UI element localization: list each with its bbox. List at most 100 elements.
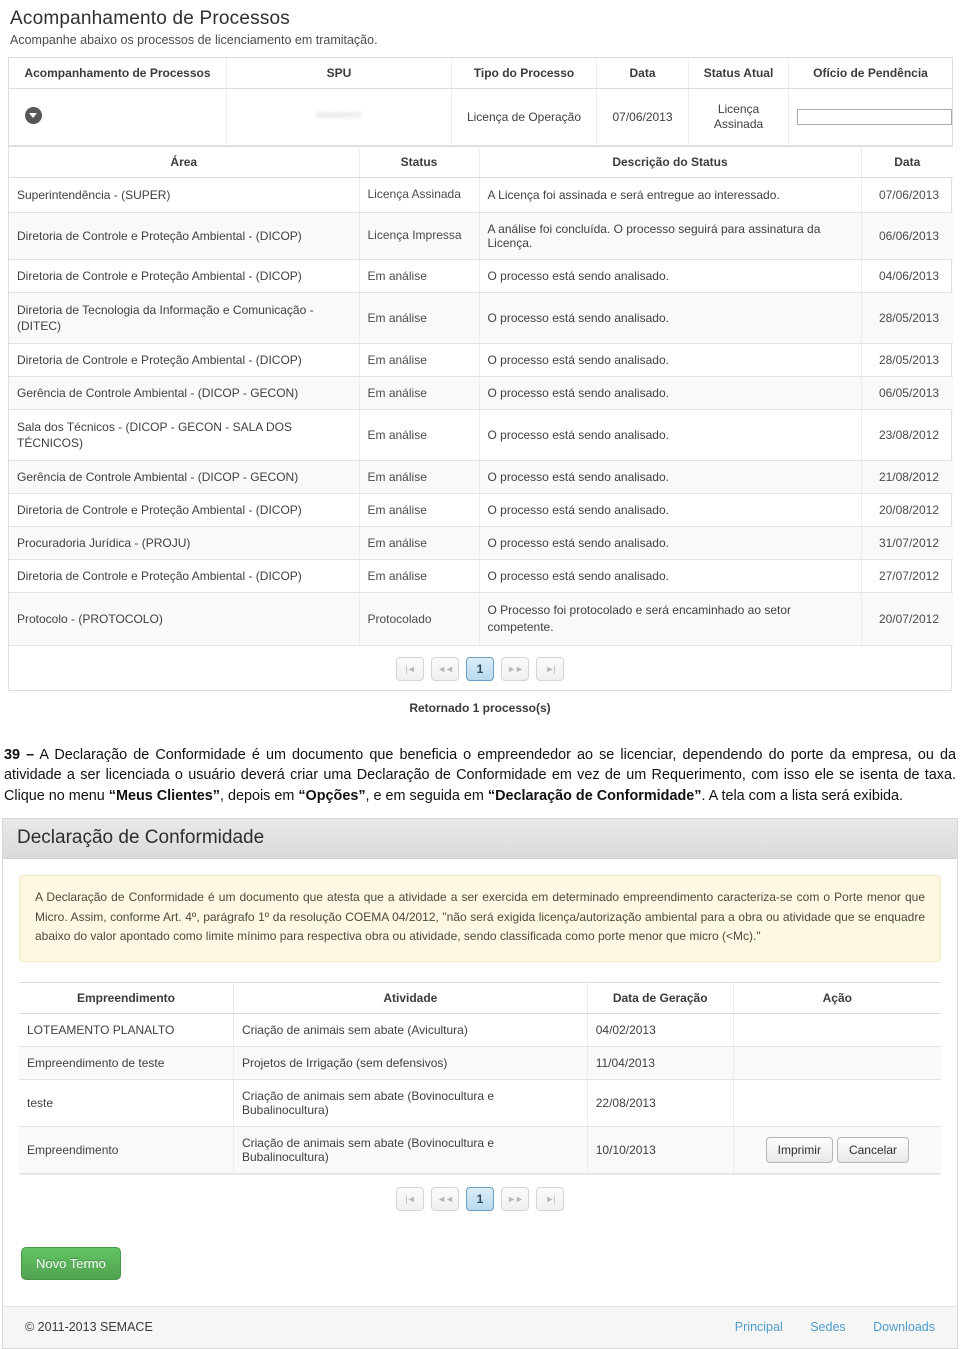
declaracao-conformidade-screenshot: Declaração de Conformidade A Declaração …: [2, 818, 958, 1349]
table-row: LOTEAMENTO PLANALTO Criação de animais s…: [19, 1013, 941, 1047]
info-alert-box: A Declaração de Conformidade é um docume…: [19, 875, 941, 962]
cancelar-button[interactable]: Cancelar: [836, 1136, 909, 1163]
pager-first-button[interactable]: |◄: [396, 656, 424, 681]
cell-data: 20/07/2012: [861, 592, 953, 646]
cell-descricao: O processo está sendo analisado.: [479, 526, 862, 561]
page-title: Acompanhamento de Processos: [10, 8, 290, 29]
cell-data-geracao: 22/08/2013: [587, 1079, 734, 1127]
table-row: Empreendimento Criação de animais sem ab…: [19, 1126, 941, 1174]
cell-data: 28/05/2013: [861, 343, 953, 377]
spu-value-redacted: ********: [316, 110, 362, 124]
cell-area: Diretoria de Controle e Proteção Ambient…: [9, 493, 360, 528]
cell-area: Diretoria de Controle e Proteção Ambient…: [9, 343, 360, 377]
cell-empreendimento: teste: [19, 1079, 234, 1127]
history-body: Superintendência - (SUPER) Licença Assin…: [9, 177, 953, 646]
table-row: Protocolo - (PROTOCOLO) Protocolado O Pr…: [9, 592, 953, 646]
col-status: Status: [359, 146, 480, 178]
cell-area: Procuradoria Jurídica - (PROJU): [9, 526, 360, 561]
process-pagination: |◄ ◄◄ 1 ►► ►|: [9, 645, 951, 690]
col-history-data: Data: [861, 146, 953, 178]
panel-body: A Declaração de Conformidade é um docume…: [3, 859, 957, 1232]
novo-termo-button[interactable]: Novo Termo: [21, 1246, 121, 1280]
cell-descricao: O processo está sendo analisado.: [479, 292, 862, 344]
cell-acao: [733, 1079, 941, 1127]
page-footer: © 2011-2013 SEMACE Principal Sedes Downl…: [3, 1305, 957, 1348]
cell-data-geracao: 04/02/2013: [587, 1013, 734, 1047]
cell-status: Em análise: [359, 460, 480, 495]
dc-pager-first-button[interactable]: |◄: [396, 1186, 424, 1211]
cell-status: Em análise: [359, 409, 480, 462]
footer-link-downloads[interactable]: Downloads: [873, 1320, 935, 1334]
cell-status: Em análise: [359, 493, 480, 528]
cell-data: 27/07/2012: [861, 559, 953, 594]
table-row: Empreendimento de teste Projetos de Irri…: [19, 1046, 941, 1080]
cell-atividade: Criação de animais sem abate (Bovinocult…: [233, 1126, 588, 1174]
table-row: Diretoria de Controle e Proteção Ambient…: [9, 493, 953, 528]
pager-last-button[interactable]: ►|: [536, 656, 564, 681]
panel-title: Declaração de Conformidade: [3, 819, 957, 860]
dc-pager-page-1-button[interactable]: 1: [466, 1186, 494, 1211]
pager-page-1-button[interactable]: 1: [466, 656, 494, 681]
col-atividade: Atividade: [233, 981, 588, 1014]
dc-pager-prev-button[interactable]: ◄◄: [431, 1186, 459, 1211]
cell-status: Em análise: [359, 292, 480, 344]
cell-status: Licença Assinada: [359, 177, 480, 213]
process-history-container: Área Status Descrição do Status Data Sup…: [8, 146, 953, 691]
cell-descricao: A análise foi concluída. O processo segu…: [479, 212, 862, 260]
process-table: Acompanhamento de Processos SPU Tipo do …: [8, 57, 953, 146]
cell-data: 06/06/2013: [861, 212, 953, 260]
new-term-row: Novo Termo: [3, 1233, 957, 1286]
table-row: teste Criação de animais sem abate (Bovi…: [19, 1079, 941, 1127]
cell-data: 23/08/2012: [861, 409, 953, 462]
table-row: Diretoria de Controle e Proteção Ambient…: [9, 212, 953, 260]
cell-data: 21/08/2012: [861, 460, 953, 495]
cell-data: 04/06/2013: [861, 259, 953, 293]
cell-acao: [733, 1013, 941, 1047]
cell-status: Licença Impressa: [359, 212, 480, 260]
dc-pager-last-button[interactable]: ►|: [536, 1186, 564, 1211]
cell-data: 31/07/2012: [861, 526, 953, 561]
cell-empreendimento: LOTEAMENTO PLANALTO: [19, 1013, 234, 1047]
table-row: Gerência de Controle Ambiental - (DICOP …: [9, 460, 953, 495]
cell-descricao: O processo está sendo analisado.: [479, 343, 862, 377]
col-data-geracao: Data de Geração: [587, 981, 734, 1014]
cell-area: Diretoria de Controle e Proteção Ambient…: [9, 559, 360, 594]
narrative-bold-1: “Meus Clientes”: [108, 787, 220, 804]
imprimir-button[interactable]: Imprimir: [765, 1136, 833, 1163]
col-oficio-pendencia: Ofício de Pendência: [788, 57, 953, 89]
cell-area: Diretoria de Tecnologia da Informação e …: [9, 292, 360, 344]
process-history-table: Área Status Descrição do Status Data Sup…: [9, 146, 953, 646]
narrative-bold-3: “Declaração de Conformidade”: [487, 787, 702, 804]
table-row: Gerência de Controle Ambiental - (DICOP …: [9, 376, 953, 410]
cell-empreendimento: Empreendimento de teste: [19, 1046, 234, 1080]
table-row: Procuradoria Jurídica - (PROJU) Em análi…: [9, 526, 953, 561]
cell-descricao: O processo está sendo analisado.: [479, 460, 862, 495]
cell-area: Sala dos Técnicos - (DICOP - GECON - SAL…: [9, 409, 360, 462]
cell-descricao: A Licença foi assinada e será entregue a…: [479, 177, 862, 213]
cell-atividade: Criação de animais sem abate (Avicultura…: [233, 1013, 588, 1047]
footer-link-principal[interactable]: Principal: [735, 1320, 783, 1334]
cell-data-geracao: 10/10/2013: [587, 1126, 734, 1174]
cell-status: Em análise: [359, 343, 480, 377]
dc-pager-next-button[interactable]: ►►: [501, 1186, 529, 1211]
cell-status: Em análise: [359, 376, 480, 410]
chevron-down-circle-icon[interactable]: [25, 107, 42, 124]
oficio-pendencia-input[interactable]: [797, 109, 952, 125]
pager-next-button[interactable]: ►►: [501, 656, 529, 681]
spu-cell: ********: [226, 88, 452, 146]
pager-prev-button[interactable]: ◄◄: [431, 656, 459, 681]
col-tipo-processo: Tipo do Processo: [451, 57, 597, 89]
cell-area: Gerência de Controle Ambiental - (DICOP …: [9, 460, 360, 495]
cell-status: Protocolado: [359, 592, 480, 646]
col-descricao-status: Descrição do Status: [479, 146, 862, 178]
declaracao-body: LOTEAMENTO PLANALTO Criação de animais s…: [19, 1013, 941, 1174]
expand-cell: [8, 88, 227, 146]
status-atual-cell: Licença Assinada: [688, 88, 789, 146]
history-header-row: Área Status Descrição do Status Data: [9, 146, 953, 178]
copyright-label: © 2011-2013 SEMACE: [25, 1319, 153, 1334]
cell-area: Superintendência - (SUPER): [9, 177, 360, 213]
cell-data: 28/05/2013: [861, 292, 953, 344]
narrative-bold-2: “Opções”: [298, 787, 366, 804]
footer-link-sedes[interactable]: Sedes: [810, 1320, 845, 1334]
col-spu: SPU: [226, 57, 452, 89]
